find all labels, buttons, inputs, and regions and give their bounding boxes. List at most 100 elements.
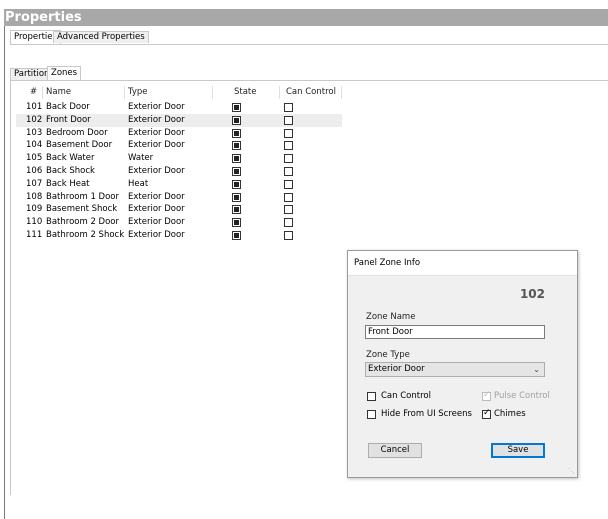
zone-number-cell: 102 bbox=[26, 114, 43, 125]
table-row[interactable]: 110 Bathroom 2 Door Exterior Door bbox=[16, 216, 342, 229]
zone-can-control-checkbox[interactable] bbox=[284, 103, 293, 112]
zone-number-cell: 110 bbox=[26, 217, 43, 228]
tab-advanced-properties-label: Advanced Properties bbox=[57, 32, 145, 42]
zone-state-indicator bbox=[232, 154, 241, 164]
column-header-can-control[interactable]: Can Control bbox=[286, 87, 336, 97]
zones-list-header: # Name Type State Can Control bbox=[16, 86, 346, 99]
hide-from-ui-checkbox[interactable] bbox=[367, 410, 376, 419]
pulse-control-checkbox[interactable]: ✓ bbox=[482, 390, 491, 401]
zone-can-control-checkbox[interactable] bbox=[284, 141, 293, 151]
zone-can-control-checkbox[interactable] bbox=[284, 218, 293, 228]
column-separator bbox=[279, 86, 280, 99]
zone-can-control-checkbox[interactable] bbox=[284, 154, 293, 164]
top-tab-underline bbox=[10, 44, 608, 45]
zone-number-cell: 107 bbox=[26, 178, 43, 189]
table-row[interactable]: 106 Back Shock Exterior Door bbox=[16, 165, 342, 178]
zone-type-cell: Exterior Door bbox=[128, 230, 185, 240]
resize-grip-icon[interactable]: ⋱ bbox=[568, 467, 575, 475]
zone-can-control-checkbox[interactable] bbox=[284, 192, 293, 202]
chimes-checkbox[interactable]: ✓ bbox=[482, 408, 491, 419]
column-separator bbox=[124, 86, 125, 99]
zone-number-cell: 101 bbox=[26, 102, 43, 112]
check-icon: ✓ bbox=[483, 408, 491, 418]
column-separator bbox=[42, 86, 43, 99]
zone-type-select[interactable]: Exterior Door ⌄ bbox=[365, 362, 545, 377]
column-header-number[interactable]: # bbox=[30, 87, 37, 97]
dialog-body: 102 Zone Name Front Door Zone Type Exter… bbox=[348, 276, 577, 477]
table-row[interactable]: 104 Basement Door Exterior Door bbox=[16, 139, 342, 152]
dialog-title-bar[interactable]: Panel Zone Info bbox=[348, 251, 577, 276]
zone-can-control-checkbox[interactable] bbox=[284, 179, 293, 189]
zone-name-cell: Back Shock bbox=[46, 166, 95, 176]
zone-state-indicator bbox=[232, 179, 241, 189]
check-icon: ✓ bbox=[483, 390, 491, 400]
column-header-state[interactable]: State bbox=[234, 87, 257, 97]
tab-advanced-properties[interactable]: Advanced Properties bbox=[53, 31, 149, 43]
zone-state-indicator bbox=[232, 192, 241, 202]
zone-state-indicator bbox=[232, 218, 241, 228]
window-title-bar: Properties bbox=[4, 9, 608, 26]
zone-name-cell: Bathroom 2 Door bbox=[46, 217, 120, 228]
table-row[interactable]: 101 Back Door Exterior Door bbox=[16, 101, 342, 114]
zone-number: 102 bbox=[519, 287, 545, 301]
zone-can-control-checkbox[interactable] bbox=[284, 205, 293, 215]
zone-can-control-checkbox[interactable] bbox=[284, 115, 293, 125]
zone-name-cell: Bathroom 2 Shock bbox=[46, 230, 125, 240]
table-row[interactable]: 105 Back Water Water bbox=[16, 152, 342, 165]
can-control-label: Can Control bbox=[381, 391, 431, 401]
zone-name-cell: Back Door bbox=[46, 102, 90, 112]
pulse-control-label: Pulse Control bbox=[494, 391, 550, 401]
zone-type-cell: Exterior Door bbox=[128, 140, 185, 151]
zone-name-cell: Bedroom Door bbox=[46, 127, 108, 138]
zone-name-input[interactable]: Front Door bbox=[365, 325, 545, 339]
zone-can-control-checkbox[interactable] bbox=[284, 167, 293, 176]
table-row[interactable]: 103 Bedroom Door Exterior Door bbox=[16, 127, 342, 140]
panel-zone-info-dialog: Panel Zone Info 102 Zone Name Front Door… bbox=[347, 250, 578, 478]
window-border bbox=[4, 26, 5, 519]
zone-number-cell: 103 bbox=[26, 127, 43, 138]
column-separator bbox=[341, 86, 342, 99]
zone-state-indicator bbox=[232, 128, 241, 138]
zone-name-cell: Back Water bbox=[46, 153, 95, 164]
zone-name-value: Front Door bbox=[368, 327, 413, 337]
zone-name-cell: Basement Shock bbox=[46, 204, 118, 215]
zone-name-cell: Basement Door bbox=[46, 140, 113, 151]
save-button[interactable]: Save bbox=[491, 443, 545, 458]
tab-zones-label: Zones bbox=[51, 68, 78, 78]
zone-type-cell: Exterior Door bbox=[128, 102, 185, 112]
zone-type-cell: Water bbox=[128, 153, 154, 164]
zone-type-cell: Heat bbox=[128, 178, 149, 189]
column-header-name[interactable]: Name bbox=[46, 87, 71, 97]
hide-from-ui-label: Hide From UI Screens bbox=[381, 409, 472, 419]
zone-name-cell: Bathroom 1 Door bbox=[46, 191, 120, 202]
table-row[interactable]: 108 Bathroom 1 Door Exterior Door bbox=[16, 191, 342, 204]
zone-number-cell: 106 bbox=[26, 166, 43, 176]
zone-can-control-checkbox[interactable] bbox=[284, 128, 293, 138]
chevron-down-icon: ⌄ bbox=[533, 365, 540, 374]
cancel-button[interactable]: Cancel bbox=[368, 443, 422, 458]
zone-number-cell: 111 bbox=[26, 230, 43, 240]
chimes-label: Chimes bbox=[494, 409, 526, 419]
zone-type-cell: Exterior Door bbox=[128, 191, 185, 202]
zone-can-control-checkbox[interactable] bbox=[284, 231, 293, 240]
zone-number-cell: 105 bbox=[26, 153, 43, 164]
table-row[interactable]: 102 Front Door Exterior Door bbox=[16, 113, 342, 127]
table-row[interactable]: 109 Basement Shock Exterior Door bbox=[16, 203, 342, 216]
zone-name-cell: Front Door bbox=[46, 114, 91, 125]
tab-zones[interactable]: Zones bbox=[47, 66, 82, 81]
zone-type-value: Exterior Door bbox=[368, 364, 425, 374]
zone-type-cell: Exterior Door bbox=[128, 114, 185, 125]
tab-properties-label: Properties bbox=[14, 32, 57, 42]
table-row[interactable]: 107 Back Heat Heat bbox=[16, 178, 342, 191]
zone-type-cell: Exterior Door bbox=[128, 127, 185, 138]
zone-state-indicator bbox=[232, 103, 241, 112]
zone-type-cell: Exterior Door bbox=[128, 217, 185, 228]
can-control-checkbox[interactable] bbox=[367, 392, 376, 401]
column-header-type[interactable]: Type bbox=[128, 87, 148, 97]
zone-number-cell: 104 bbox=[26, 140, 43, 151]
window-title: Properties bbox=[5, 10, 82, 25]
zone-state-indicator bbox=[232, 115, 241, 125]
table-row[interactable]: 111 Bathroom 2 Shock Exterior Door bbox=[16, 229, 342, 242]
dialog-title: Panel Zone Info bbox=[354, 258, 421, 268]
zone-number-cell: 108 bbox=[26, 191, 43, 202]
